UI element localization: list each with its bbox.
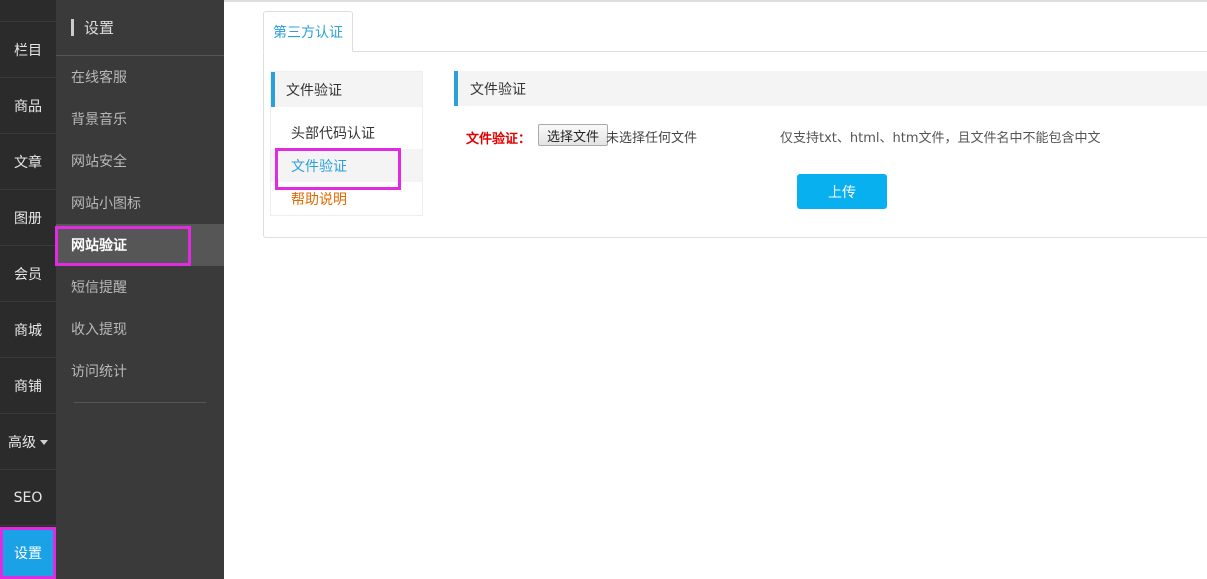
tab-third-party-auth[interactable]: 第三方认证: [263, 11, 353, 52]
sidebar-divider: [74, 402, 206, 403]
rail-item-seo[interactable]: SEO: [0, 470, 56, 526]
sidebar-item-background-music[interactable]: 背景音乐: [56, 98, 224, 140]
main-area: 第三方认证 文件验证 头部代码认证 文件验证 帮助说明 文件验证 文件验证： 选…: [224, 0, 1207, 579]
content-title: 文件验证: [454, 71, 1207, 106]
rail-item-columns[interactable]: 栏目: [0, 22, 56, 78]
sidebar-item-favicon[interactable]: 网站小图标: [56, 182, 224, 224]
rail-item-articles[interactable]: 文章: [0, 134, 56, 190]
subnav-item-header-code[interactable]: 头部代码认证: [271, 116, 422, 149]
verification-subnav: 文件验证 头部代码认证 文件验证 帮助说明: [270, 71, 423, 216]
rail-item-mall[interactable]: 商城: [0, 302, 56, 358]
rail-item-advanced[interactable]: 高级: [0, 414, 56, 470]
sidebar-item-site-verification[interactable]: 网站验证: [55, 224, 224, 266]
sidebar-item-site-security[interactable]: 网站安全: [56, 140, 224, 182]
subnav-header: 文件验证: [271, 72, 422, 107]
sidebar-title: 设置: [56, 0, 224, 56]
file-status-text: 未选择任何文件: [606, 131, 698, 146]
tab-bar: 第三方认证: [263, 11, 1207, 52]
rail-top: [0, 0, 56, 22]
rail-item-settings[interactable]: 设置: [0, 527, 56, 579]
title-bar-icon: [71, 19, 74, 36]
subnav-item-file-verification[interactable]: 文件验证: [271, 148, 422, 190]
sidebar-item-visit-stats[interactable]: 访问统计: [56, 350, 224, 392]
upload-button[interactable]: 上传: [797, 174, 887, 209]
settings-sidebar: 设置 在线客服 背景音乐 网站安全 网站小图标 网站验证 短信提醒 收入提现 访…: [55, 0, 224, 579]
sidebar-item-online-service[interactable]: 在线客服: [56, 56, 224, 98]
rail-item-shops[interactable]: 商铺: [0, 358, 56, 414]
tab-panel: 文件验证 头部代码认证 文件验证 帮助说明 文件验证 文件验证： 选择文件 未选…: [263, 52, 1207, 238]
file-verification-content: 文件验证 文件验证： 选择文件 未选择任何文件 仅支持txt、html、htm文…: [454, 71, 1207, 209]
file-type-hint: 仅支持txt、html、htm文件，且文件名中不能包含中文: [780, 131, 1101, 146]
rail-item-members[interactable]: 会员: [0, 246, 56, 302]
file-verification-label: 文件验证：: [466, 132, 532, 147]
sidebar-item-sms-alerts[interactable]: 短信提醒: [56, 266, 224, 308]
icon-rail: 栏目 商品 文章 图册 会员 商城 商铺 高级 SEO 设置: [0, 0, 56, 579]
choose-file-button[interactable]: 选择文件: [538, 124, 609, 146]
rail-item-products[interactable]: 商品: [0, 78, 56, 134]
chevron-down-icon: [40, 440, 48, 445]
sidebar-item-withdrawal[interactable]: 收入提现: [56, 308, 224, 350]
top-divider: [224, 0, 1207, 2]
rail-item-albums[interactable]: 图册: [0, 190, 56, 246]
file-upload-row: 文件验证： 选择文件 未选择任何文件 仅支持txt、html、htm文件，且文件…: [454, 117, 1207, 157]
